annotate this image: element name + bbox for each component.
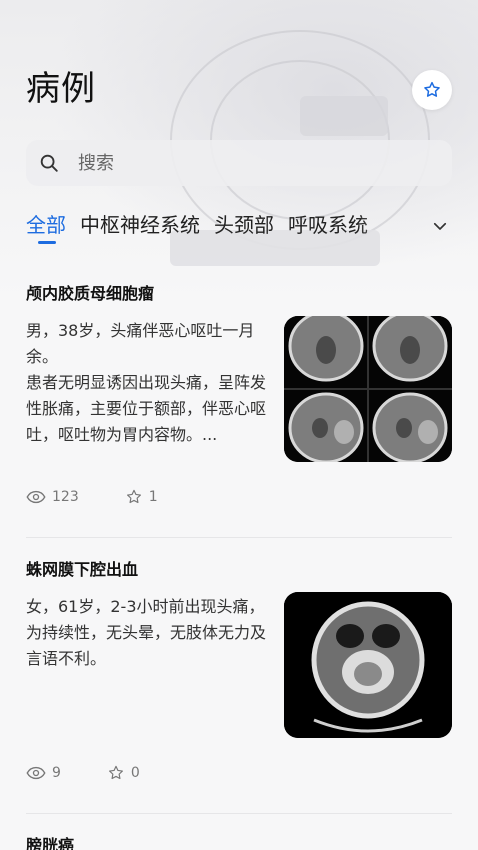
page-title: 病例 (26, 69, 96, 109)
page-header: 病例 (26, 66, 452, 116)
search-icon (40, 154, 58, 172)
view-count: 123 (26, 489, 79, 505)
eye-icon (26, 490, 46, 504)
case-image (284, 592, 452, 738)
view-count-value: 9 (52, 765, 61, 781)
chevron-down-icon (433, 222, 447, 230)
favorite-count[interactable]: 1 (125, 488, 158, 506)
case-image (284, 316, 452, 462)
favorite-count[interactable]: 0 (107, 764, 140, 782)
favorite-count-value: 0 (130, 765, 140, 781)
case-card[interactable]: 颅内胶质母细胞瘤 男，38岁，头痛伴恶心呕吐一月余。 患者无明显诱因出现头痛，呈… (26, 262, 452, 538)
eye-icon (26, 766, 46, 780)
search-input[interactable] (78, 152, 398, 174)
tab-central-nervous-system[interactable]: 中枢神经系统 (80, 209, 200, 244)
view-count: 9 (26, 765, 61, 781)
case-card[interactable]: 膀胱癌 (26, 814, 452, 850)
tab-head-neck[interactable]: 头颈部 (214, 209, 274, 244)
case-stats: 9 0 (26, 764, 140, 782)
search-bar[interactable] (26, 140, 452, 186)
tab-respiratory-system[interactable]: 呼吸系统 (288, 209, 368, 244)
case-title: 颅内胶质母细胞瘤 (26, 284, 155, 303)
expand-tabs-button[interactable] (428, 214, 452, 238)
star-outline-icon (108, 765, 123, 780)
favorites-button[interactable] (412, 70, 452, 110)
case-card[interactable]: 蛛网膜下腔出血 女，61岁，2-3小时前出现头痛，为持续性，无头晕，无肢体无力及… (26, 538, 452, 814)
category-tabs: 全部 中枢神经系统 头颈部 呼吸系统 (26, 206, 452, 246)
view-count-value: 123 (52, 489, 79, 505)
star-outline-icon (126, 489, 141, 504)
star-outline-icon (424, 81, 440, 97)
case-title: 膀胱癌 (26, 836, 75, 850)
case-list: 颅内胶质母细胞瘤 男，38岁，头痛伴恶心呕吐一月余。 患者无明显诱因出现头痛，呈… (26, 262, 452, 850)
case-stats: 123 1 (26, 488, 158, 506)
case-description: 女，61岁，2-3小时前出现头痛，为持续性，无头晕，无肢体无力及言语不利。 (26, 597, 267, 668)
favorite-count-value: 1 (148, 489, 158, 505)
case-description: 男，38岁，头痛伴恶心呕吐一月余。 患者无明显诱因出现头痛，呈阵发性胀痛，主要位… (26, 321, 267, 444)
tab-all[interactable]: 全部 (26, 209, 66, 244)
case-title: 蛛网膜下腔出血 (26, 560, 139, 579)
